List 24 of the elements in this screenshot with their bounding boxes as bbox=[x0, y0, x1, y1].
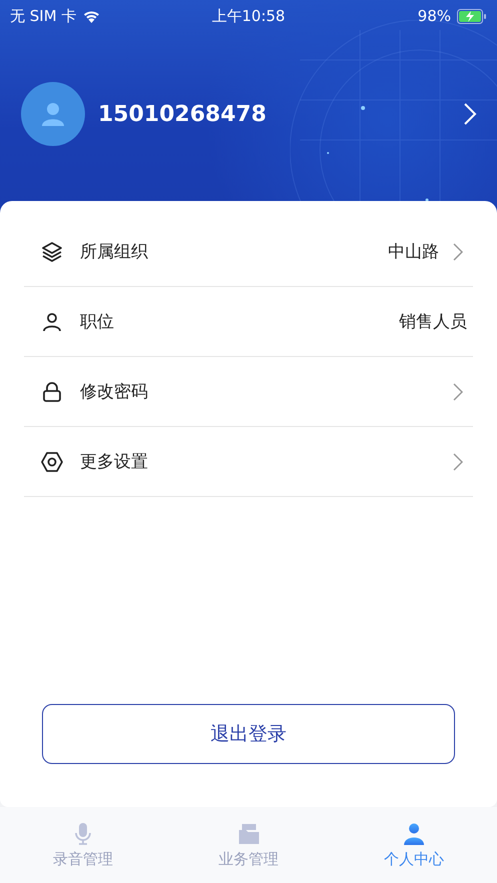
phone-number: 15010268478 bbox=[98, 102, 268, 126]
battery-percent: 98% bbox=[418, 7, 451, 25]
chevron-icon[interactable] bbox=[463, 102, 477, 126]
settings-icon bbox=[40, 450, 64, 474]
battery-icon bbox=[457, 8, 487, 24]
menu-label: 职位 bbox=[80, 311, 115, 333]
logout-button[interactable]: 退出登录 bbox=[42, 704, 455, 764]
lock-icon bbox=[40, 380, 64, 404]
layers-icon bbox=[40, 240, 64, 264]
menu-item[interactable]: 修改密码 bbox=[24, 357, 473, 427]
clock-text: 上午10:58 bbox=[210, 6, 286, 26]
menu-item[interactable]: 职位 销售人员 bbox=[24, 287, 473, 357]
person-icon bbox=[40, 101, 66, 127]
menu-value: 销售人员 bbox=[399, 311, 467, 333]
menu-item[interactable]: 所属组织 中山路 bbox=[24, 217, 473, 287]
menu-item[interactable]: 更多设置 bbox=[24, 427, 473, 497]
folder-icon bbox=[236, 822, 260, 846]
menu-value: 中山路 bbox=[388, 241, 439, 263]
menu-label: 所属组织 bbox=[80, 241, 149, 263]
user-icon bbox=[402, 822, 426, 846]
menu-label: 修改密码 bbox=[80, 381, 149, 403]
carrier-text: 无 SIM 卡 bbox=[10, 6, 76, 26]
wifi-icon bbox=[82, 9, 102, 23]
menu-label: 更多设置 bbox=[80, 451, 149, 473]
